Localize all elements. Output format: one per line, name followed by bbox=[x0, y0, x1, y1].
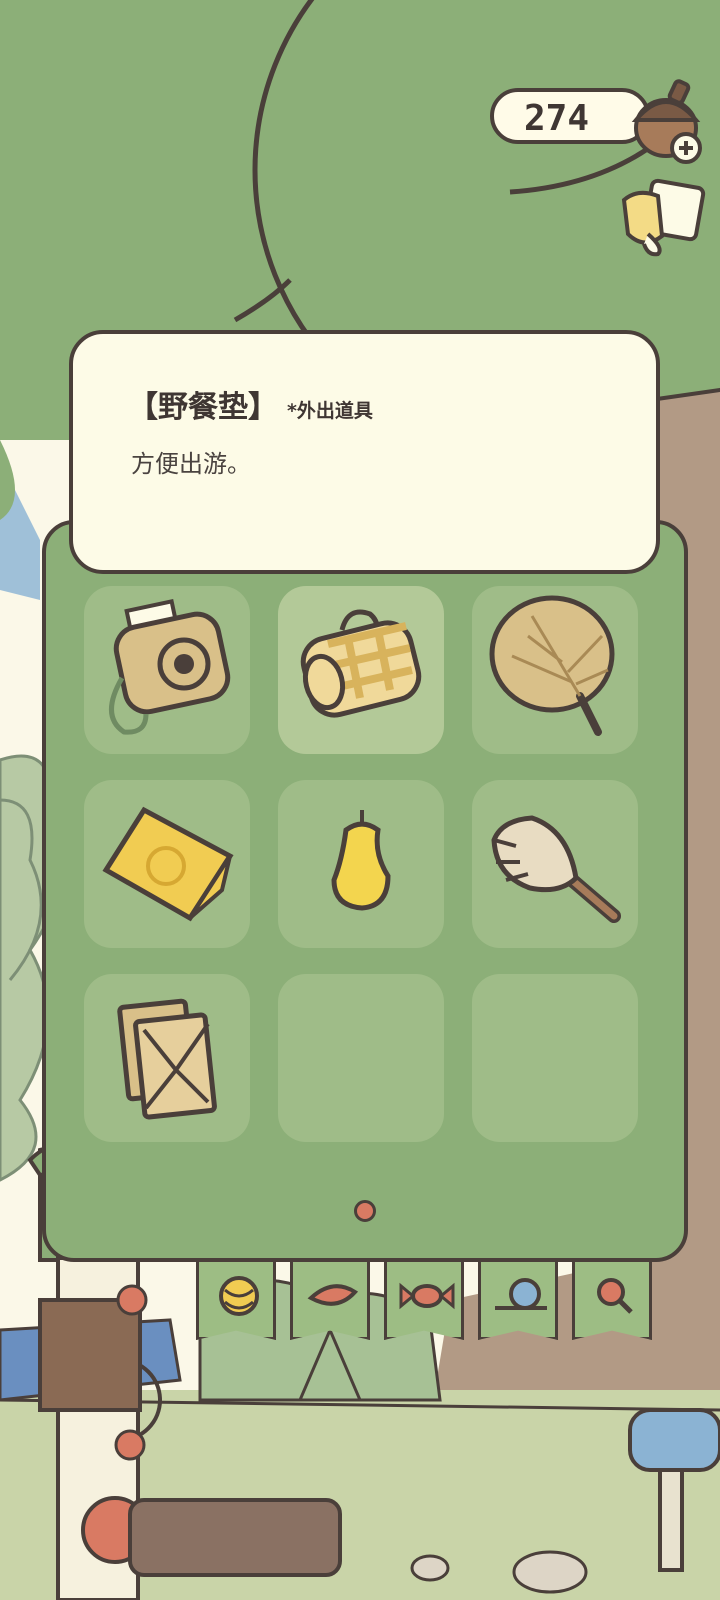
item-info-card: 【野餐垫】 *外出道具 方便出游。 bbox=[69, 330, 660, 574]
mug-icon[interactable] bbox=[618, 178, 708, 258]
category-tabs bbox=[196, 1262, 656, 1342]
inventory-slot-map[interactable] bbox=[84, 780, 250, 948]
feather-duster-icon bbox=[491, 815, 621, 923]
inventory-slot-empty[interactable] bbox=[472, 974, 638, 1142]
palm-fan-icon bbox=[489, 595, 615, 736]
inventory-panel bbox=[42, 520, 688, 1262]
envelope-icon bbox=[117, 998, 217, 1120]
page-indicator-dot bbox=[354, 1200, 376, 1222]
inventory-slot-fan[interactable] bbox=[472, 586, 638, 754]
map-pamphlet-icon bbox=[102, 806, 234, 922]
inventory-slot-duster[interactable] bbox=[472, 780, 638, 948]
inventory-slot-candle[interactable] bbox=[278, 780, 444, 948]
tab-search[interactable] bbox=[572, 1262, 652, 1340]
item-name: 【野餐垫】 bbox=[128, 390, 278, 425]
acorn-plus-icon[interactable] bbox=[628, 76, 708, 166]
inventory-slot-picnic-mat[interactable] bbox=[278, 586, 444, 754]
inventory-slot-camera[interactable] bbox=[84, 586, 250, 754]
tab-candy[interactable] bbox=[384, 1262, 464, 1340]
acorn-counter: 274 bbox=[490, 88, 650, 144]
snail-icon bbox=[495, 1278, 547, 1310]
picnic-mat-icon bbox=[300, 609, 422, 718]
inventory-slot-empty[interactable] bbox=[278, 974, 444, 1142]
acorn-count: 274 bbox=[524, 98, 590, 139]
tab-snail[interactable] bbox=[478, 1262, 558, 1340]
yarn-ball-icon bbox=[219, 1276, 259, 1316]
inventory-slot-envelope[interactable] bbox=[84, 974, 250, 1142]
candle-icon bbox=[331, 810, 391, 911]
leaf-food-icon bbox=[307, 1284, 359, 1306]
magnifier-icon bbox=[597, 1278, 633, 1314]
item-tag: *外出道具 bbox=[287, 400, 373, 422]
instant-camera-icon bbox=[109, 599, 231, 735]
tab-yarn[interactable] bbox=[196, 1262, 276, 1340]
tab-food[interactable] bbox=[290, 1262, 370, 1340]
candy-icon bbox=[399, 1282, 455, 1310]
item-description: 方便出游。 bbox=[131, 450, 251, 478]
